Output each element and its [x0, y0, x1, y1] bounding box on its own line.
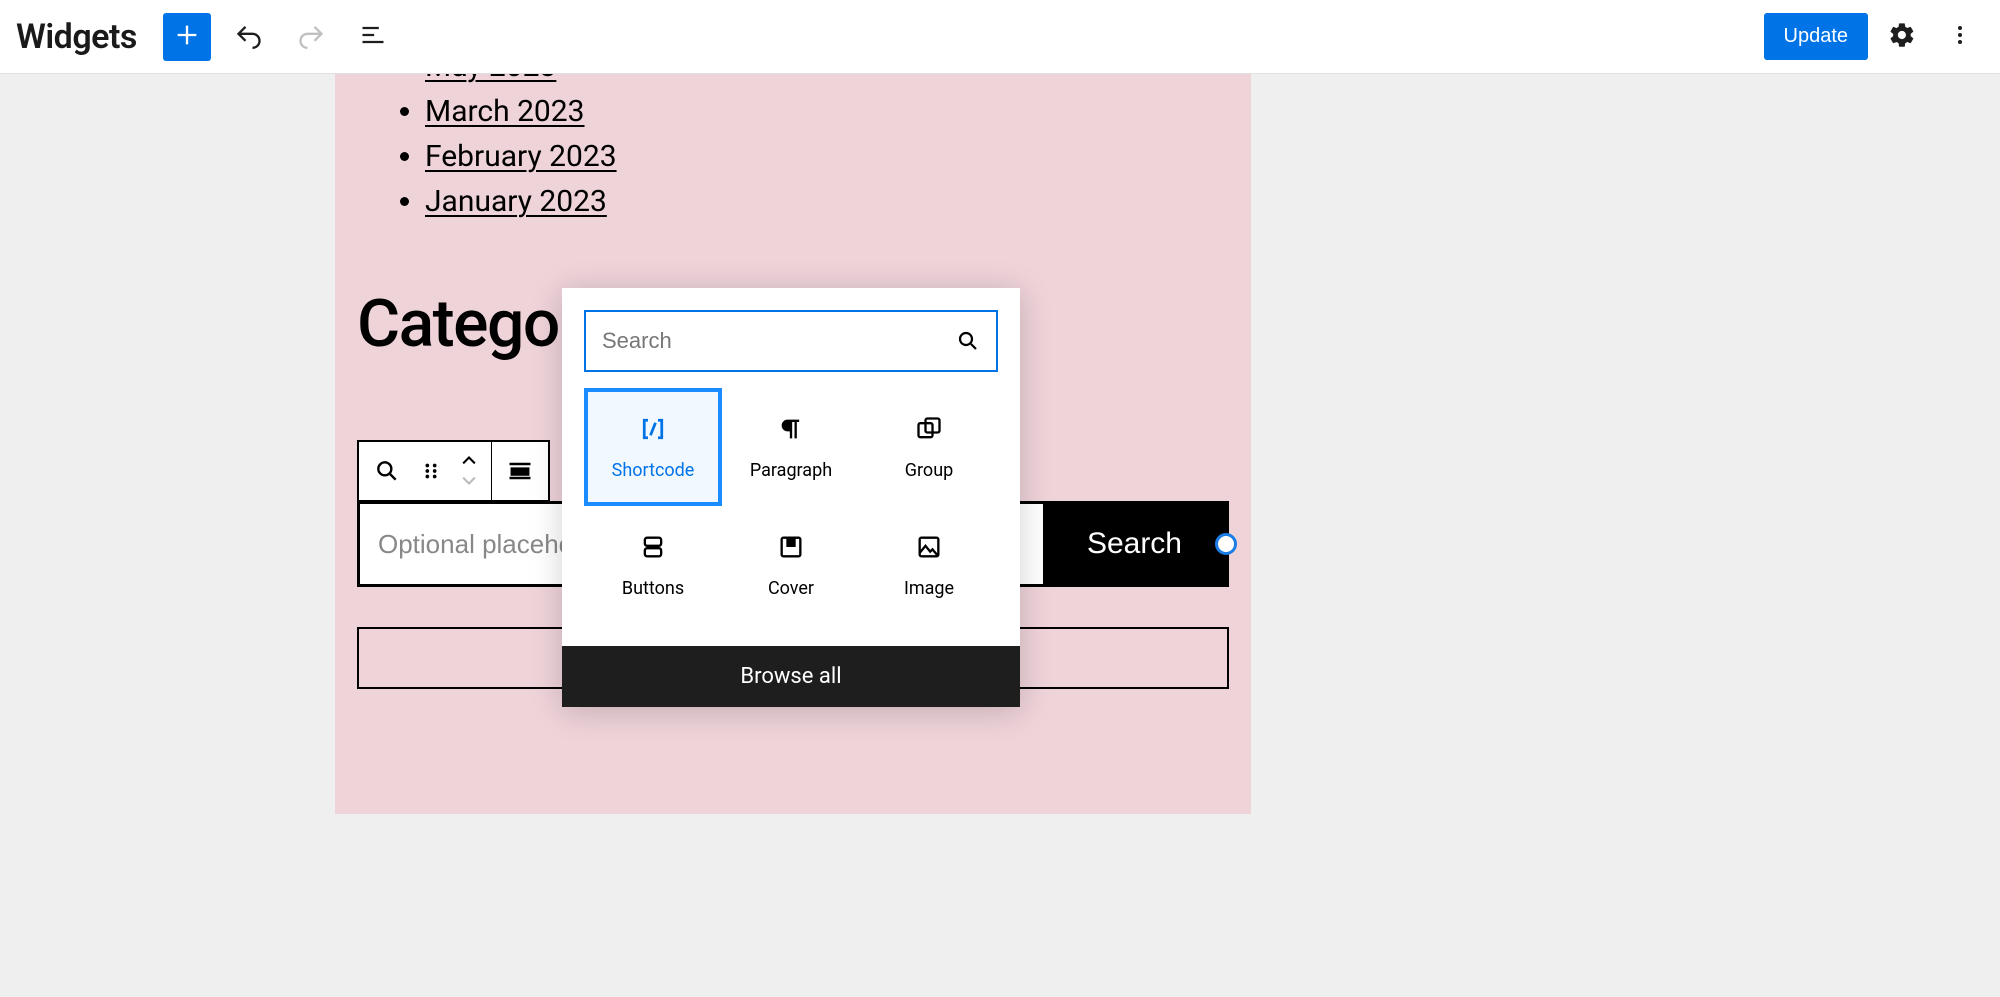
redo-icon: [297, 21, 325, 52]
align-icon[interactable]: [504, 455, 536, 487]
editor-canvas: May 2023 March 2023 February 2023 Januar…: [0, 74, 2000, 997]
image-icon: [914, 532, 944, 562]
block-tile-image[interactable]: Image: [860, 506, 998, 624]
gear-icon: [1888, 21, 1916, 52]
block-tile-group[interactable]: Group: [860, 388, 998, 506]
block-toolbar: [357, 440, 550, 502]
block-mover: [459, 451, 479, 491]
block-tile-paragraph[interactable]: Paragraph: [722, 388, 860, 506]
block-inserter-popover: Shortcode Paragraph Group Buttons: [562, 288, 1020, 707]
move-down-icon[interactable]: [459, 472, 479, 491]
block-tile-label: Group: [905, 460, 953, 481]
search-icon: [956, 329, 980, 353]
editor-top-bar: Widgets Update: [0, 0, 2000, 74]
shortcode-icon: [638, 414, 668, 444]
plus-icon: [173, 21, 201, 52]
archive-link[interactable]: February 2023: [425, 139, 617, 174]
archive-link[interactable]: January 2023: [425, 184, 607, 219]
inserter-search-input[interactable]: [602, 328, 956, 354]
block-toolbar-group-block: [359, 442, 492, 500]
archive-link[interactable]: May 2023: [425, 74, 556, 84]
toggle-block-inserter-button[interactable]: [163, 13, 211, 61]
block-tile-shortcode[interactable]: Shortcode: [584, 388, 722, 506]
search-block-icon[interactable]: [371, 455, 403, 487]
inserter-block-grid: Shortcode Paragraph Group Buttons: [562, 388, 1020, 646]
move-up-icon[interactable]: [459, 451, 479, 470]
list-item: January 2023: [425, 179, 1229, 224]
browse-all-button[interactable]: Browse all: [562, 646, 1020, 707]
resize-handle[interactable]: [1215, 533, 1237, 555]
list-view-button[interactable]: [349, 13, 397, 61]
list-item: February 2023: [425, 134, 1229, 179]
drag-handle-icon[interactable]: [415, 455, 447, 487]
options-button[interactable]: [1936, 13, 1984, 61]
archive-list: May 2023 March 2023 February 2023 Januar…: [357, 74, 1229, 224]
block-tile-label: Buttons: [622, 578, 684, 599]
cover-icon: [776, 532, 806, 562]
undo-button[interactable]: [225, 13, 273, 61]
block-tile-buttons[interactable]: Buttons: [584, 506, 722, 624]
inserter-search-field: [584, 310, 998, 372]
topbar-left-group: Widgets: [16, 13, 397, 61]
update-button[interactable]: Update: [1764, 13, 1869, 60]
undo-icon: [235, 21, 263, 52]
more-vertical-icon: [1948, 23, 1972, 50]
page-title: Widgets: [16, 17, 137, 57]
list-view-icon: [359, 21, 387, 52]
block-tile-label: Paragraph: [750, 460, 832, 481]
buttons-icon: [638, 532, 668, 562]
list-item: May 2023: [425, 74, 1229, 89]
block-tile-label: Shortcode: [612, 460, 695, 481]
block-toolbar-group-align: [492, 442, 548, 500]
search-submit-button[interactable]: Search: [1043, 504, 1226, 584]
paragraph-icon: [776, 414, 806, 444]
group-icon: [914, 414, 944, 444]
archive-link[interactable]: March 2023: [425, 94, 585, 129]
topbar-right-group: Update: [1764, 13, 1985, 61]
redo-button[interactable]: [287, 13, 335, 61]
settings-button[interactable]: [1878, 13, 1926, 61]
block-tile-label: Cover: [768, 578, 814, 599]
block-tile-cover[interactable]: Cover: [722, 506, 860, 624]
inserter-search-wrap: [562, 288, 1020, 388]
block-tile-label: Image: [904, 578, 954, 599]
list-item: March 2023: [425, 89, 1229, 134]
